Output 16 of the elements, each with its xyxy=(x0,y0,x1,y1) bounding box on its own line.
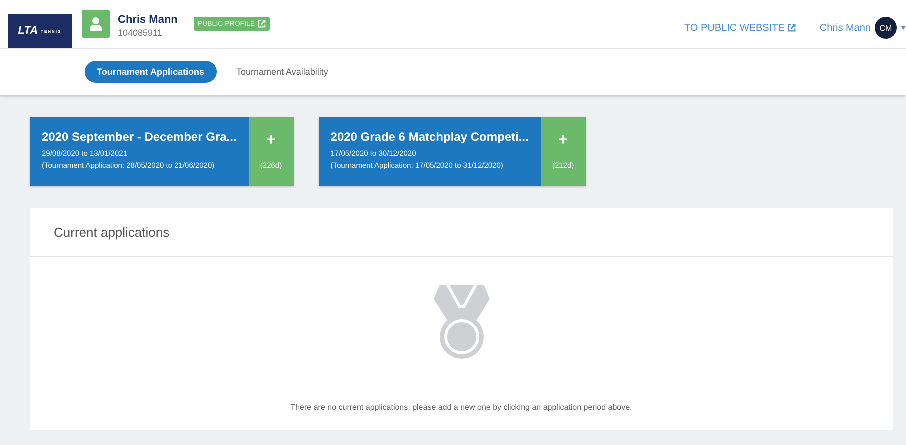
panel-title: Current applications xyxy=(54,224,170,240)
user-id: 104085911 xyxy=(118,28,164,38)
caret-icon[interactable] xyxy=(901,26,906,30)
external-link-icon xyxy=(258,20,266,28)
empty-message: There are no current applications, please add a new one by clicking an application period above. xyxy=(290,403,632,412)
period-title: 2020 September - December Gra... xyxy=(42,130,237,144)
user-initials[interactable]: CM xyxy=(875,17,897,39)
medal-icon xyxy=(434,285,490,361)
person-icon xyxy=(90,17,102,31)
period-title: 2020 Grade 6 Matchplay Competi... xyxy=(330,130,529,144)
tab[interactable]: Tournament Applications xyxy=(85,61,217,83)
tab[interactable]: Tournament Availability xyxy=(224,61,340,83)
external-link-icon xyxy=(788,24,796,32)
account-name[interactable]: Chris Mann xyxy=(820,22,871,34)
user-name: Chris Mann xyxy=(118,14,178,26)
public-website-link[interactable]: TO PUBLIC WEBSITE xyxy=(684,22,796,34)
